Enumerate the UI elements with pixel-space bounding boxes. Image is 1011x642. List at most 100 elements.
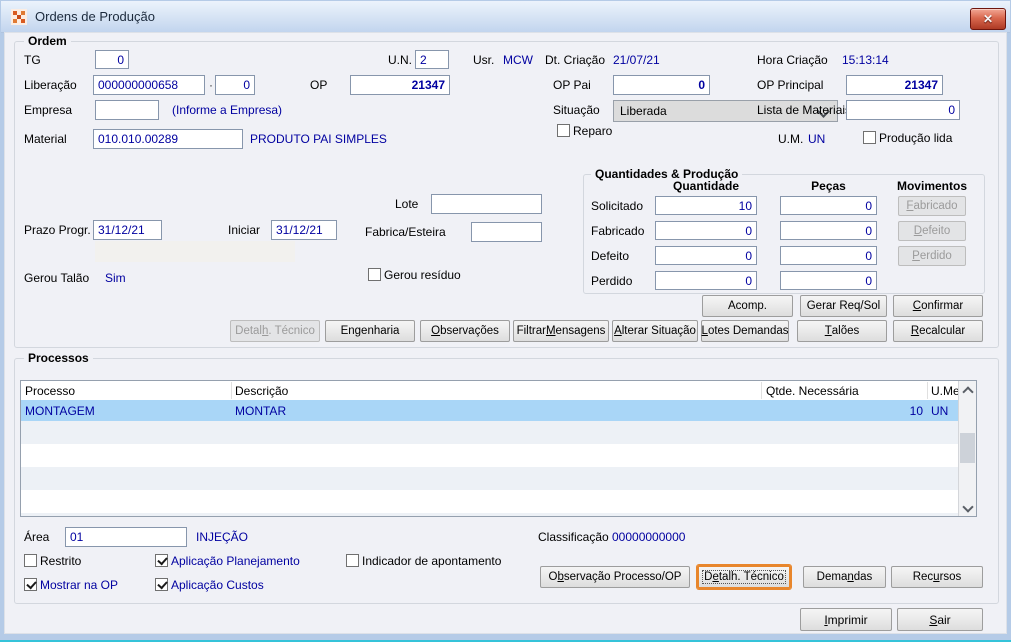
tg-field[interactable]: 0 — [95, 50, 129, 69]
defeito-quantidade-field[interactable]: 0 — [655, 246, 757, 265]
defeito-pecas-field[interactable]: 0 — [780, 246, 877, 265]
ordem-group-title: Ordem — [24, 34, 71, 48]
ordens-de-producao-window: Ordens de Produção ✕ Ordem TG 0 U.N. 2 U… — [0, 0, 1011, 642]
aplicacao-planejamento-label: Aplicação Planejamento — [171, 554, 300, 568]
area-desc: INJEÇÃO — [196, 530, 249, 544]
material-desc: PRODUTO PAI SIMPLES — [250, 132, 387, 146]
disabled-area — [95, 241, 295, 262]
scrollbar-thumb[interactable] — [960, 433, 975, 463]
cell-processo: MONTAGEM — [25, 404, 95, 418]
title-bar[interactable]: Ordens de Produção ✕ — [1, 1, 1010, 33]
acomp-button[interactable]: Acomp. — [702, 295, 793, 317]
col-quantidade: Quantidade — [672, 179, 739, 193]
alterar-situacao-button[interactable]: Alterar Situação — [612, 320, 698, 342]
fabrica-field[interactable] — [471, 222, 542, 242]
detalh-tecnico-op-button: Detal h. Técnico — [230, 320, 320, 342]
liberacao-field[interactable]: 000000000658 — [93, 75, 205, 95]
usr-value: MCW — [503, 53, 533, 67]
filtrar-mensagens-button[interactable]: Filtrar Mensagens — [513, 320, 609, 342]
col-descricao: Descrição — [235, 384, 289, 398]
lote-field[interactable] — [431, 194, 542, 214]
close-icon: ✕ — [982, 12, 994, 26]
lista-materiais-label: Lista de Materiais — [757, 103, 852, 117]
fabricado-pecas-field[interactable]: 0 — [780, 221, 877, 240]
gerou-residuo-checkbox[interactable] — [368, 268, 381, 281]
scroll-down-button[interactable] — [959, 499, 976, 516]
taloes-button[interactable]: Talões — [797, 320, 887, 342]
solicitado-label: Solicitado — [591, 199, 644, 213]
solicitado-quantidade-field[interactable]: 10 — [655, 196, 757, 215]
hora-criacao-label: Hora Criação — [757, 53, 828, 67]
indicador-apontamento-label: Indicador de apontamento — [362, 554, 502, 568]
situacao-label: Situação — [553, 103, 600, 117]
recalcular-button[interactable]: Recalcular — [893, 320, 983, 342]
detalh-tecnico-processo-button[interactable]: De talh. Técnico — [697, 565, 791, 589]
un-label: U.N. — [388, 53, 412, 67]
engenharia-button[interactable]: En g enharia — [325, 320, 415, 342]
op-principal-field[interactable]: 21347 — [846, 75, 943, 95]
aplicacao-custos-checkbox[interactable] — [155, 578, 168, 591]
observacao-processo-op-button[interactable]: Ob servação Processo/OP — [540, 566, 690, 588]
restrito-checkbox[interactable] — [24, 554, 37, 567]
mostrar-na-op-label: Mostrar na OP — [40, 578, 119, 592]
op-pai-label: OP Pai — [553, 78, 591, 92]
area-field[interactable]: 01 — [65, 527, 187, 547]
liberacao-seq-field[interactable]: 0 — [215, 75, 255, 95]
perdido-mov-button: Perdido — [898, 246, 966, 266]
classificacao-value: 00000000000 — [612, 530, 686, 544]
prazo-label: Prazo Progr. — [24, 223, 91, 237]
fabricado-label: Fabricado — [591, 224, 645, 238]
hora-criacao-value: 15:13:14 — [842, 53, 889, 67]
gerou-talao-value: Sim — [105, 271, 126, 285]
scroll-up-button[interactable] — [959, 381, 976, 398]
column-divider — [231, 382, 232, 399]
um-label: U.M. — [778, 132, 804, 146]
table-scrollbar[interactable] — [958, 381, 976, 516]
perdido-quantidade-field[interactable]: 0 — [655, 271, 757, 290]
cell-qtde: 10 — [909, 404, 923, 418]
table-row-selected[interactable]: MONTAGEM MONTAR 10 UN — [21, 400, 958, 421]
demandas-button[interactable]: Dema n das — [803, 566, 886, 588]
tg-label: TG — [24, 53, 41, 67]
reparo-checkbox[interactable] — [557, 124, 570, 137]
empresa-label: Empresa — [24, 103, 73, 117]
imprimir-button[interactable]: Imprimir — [800, 608, 892, 631]
cell-umed: UN — [931, 404, 949, 418]
reparo-label: Reparo — [573, 124, 613, 138]
indicador-apontamento-checkbox[interactable] — [346, 554, 359, 567]
recursos-button[interactable]: Rec u rsos — [891, 566, 983, 588]
column-divider — [761, 382, 762, 399]
aplicacao-planejamento-checkbox[interactable] — [155, 554, 168, 567]
observacoes-button[interactable]: Observações — [420, 320, 510, 342]
liberacao-separator: · — [209, 78, 213, 92]
usr-label: Usr. — [473, 53, 495, 67]
un-field[interactable]: 2 — [415, 50, 449, 69]
op-field[interactable]: 21347 — [350, 75, 450, 95]
um-value: UN — [808, 132, 826, 146]
op-pai-field[interactable]: 0 — [613, 75, 710, 95]
restrito-label: Restrito — [40, 554, 82, 568]
confirmar-button[interactable]: Confirmar — [893, 295, 983, 317]
lotes-demandas-button[interactable]: Lotes Demandas — [701, 320, 789, 342]
perdido-pecas-field[interactable]: 0 — [780, 271, 877, 290]
fabricado-quantidade-field[interactable]: 0 — [655, 221, 757, 240]
solicitado-pecas-field[interactable]: 0 — [780, 196, 877, 215]
prazo-field[interactable]: 31/12/21 — [93, 220, 162, 240]
empty-row — [21, 513, 958, 516]
empresa-field[interactable] — [95, 100, 159, 120]
sair-button[interactable]: Sair — [897, 608, 983, 631]
dt-criacao-value: 21/07/21 — [613, 53, 660, 67]
chevron-up-icon — [962, 386, 974, 398]
producao-lida-checkbox[interactable] — [863, 131, 876, 144]
classificacao-label: Classificação — [538, 530, 609, 544]
lista-materiais-field[interactable]: 0 — [846, 100, 960, 120]
empty-row — [21, 421, 958, 444]
close-button[interactable]: ✕ — [970, 8, 1006, 30]
defeito-mov-button: Defeito — [898, 221, 966, 241]
mostrar-na-op-checkbox[interactable] — [24, 578, 37, 591]
material-field[interactable]: 010.010.00289 — [93, 129, 243, 149]
gerar-req-sol-button[interactable]: Gerar Req/Sol — [800, 295, 887, 317]
iniciar-label: Iniciar — [228, 223, 261, 237]
col-qtde-necessaria: Qtde. Necessária — [766, 384, 859, 398]
iniciar-field[interactable]: 31/12/21 — [271, 220, 337, 240]
